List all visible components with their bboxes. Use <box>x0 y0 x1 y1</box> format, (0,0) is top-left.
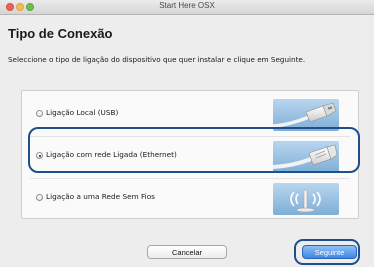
option-wireless-label: Ligação a uma Rede Sem Fios <box>46 192 155 201</box>
page-title: Tipo de Conexão <box>8 26 113 41</box>
option-usb-label: Ligação Local (USB) <box>46 108 119 117</box>
next-button[interactable]: Seguinte <box>302 245 357 259</box>
instruction-text: Seleccione o tipo de ligação do disposit… <box>8 55 306 64</box>
option-wireless[interactable]: Ligação a uma Rede Sem Fios <box>22 179 358 219</box>
radio-wireless[interactable] <box>36 194 43 201</box>
wireless-access-point-icon <box>273 183 339 215</box>
radio-usb[interactable] <box>36 110 43 117</box>
installer-window: Start Here OSX Tipo de Conexão Seleccion… <box>0 0 374 267</box>
window-title: Start Here OSX <box>159 1 215 10</box>
title-bar: Start Here OSX <box>0 0 374 15</box>
selected-option-highlight <box>28 127 360 173</box>
cancel-button[interactable]: Cancelar <box>147 245 227 259</box>
